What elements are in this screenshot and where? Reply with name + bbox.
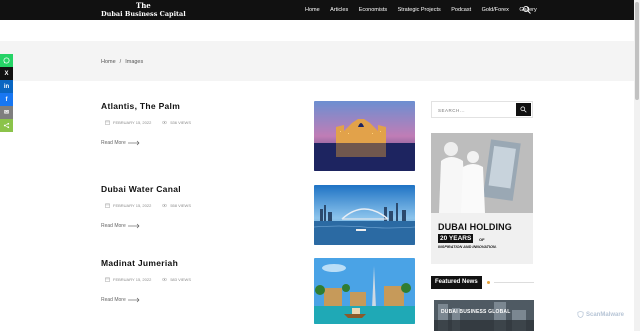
- article-date: FEBRUARY 15, 2022: [113, 277, 152, 282]
- article-views: 558 VIEWS: [170, 203, 192, 208]
- shield-icon: [577, 311, 584, 318]
- sidebar-search: [431, 101, 533, 118]
- search-icon: [520, 106, 527, 113]
- dubai-holding-ad[interactable]: DUBAI HOLDING 20 YEARS OF INSPIRATION AN…: [431, 133, 533, 264]
- nav-home[interactable]: Home: [305, 7, 320, 13]
- main-nav: Home Articles Economists Strategic Proje…: [305, 0, 547, 20]
- facebook-icon[interactable]: f: [0, 93, 13, 106]
- featured-accent-dot: [487, 281, 490, 284]
- email-icon[interactable]: ✉: [0, 106, 13, 119]
- article-meta: FEBRUARY 15, 2022 558 VIEWS: [105, 203, 191, 208]
- featured-news-heading: Featured News: [431, 276, 482, 289]
- scrollbar-thumb[interactable]: [635, 2, 639, 100]
- share-icon[interactable]: [0, 119, 13, 132]
- article-views: 536 VIEWS: [170, 120, 192, 125]
- linkedin-icon[interactable]: in: [0, 80, 13, 93]
- social-share-rail: X in f ✉: [0, 54, 13, 132]
- nav-podcast[interactable]: Podcast: [451, 7, 471, 13]
- nav-strategic-projects[interactable]: Strategic Projects: [398, 7, 441, 13]
- ad-of-label: OF: [479, 237, 485, 242]
- eye-icon: [162, 277, 168, 282]
- arrow-right-icon: [127, 297, 140, 303]
- read-more-link[interactable]: Read More: [101, 140, 140, 146]
- logo-line-2: Dubai Business Capital: [101, 10, 186, 18]
- sidebar-search-button[interactable]: [516, 103, 531, 116]
- featured-divider: [494, 282, 534, 283]
- sidebar-search-input[interactable]: [438, 106, 512, 115]
- breadcrumb-home[interactable]: Home: [101, 59, 116, 65]
- whatsapp-icon[interactable]: [0, 54, 13, 67]
- page-scrollbar[interactable]: [634, 0, 640, 331]
- article-date: FEBRUARY 15, 2022: [113, 120, 152, 125]
- read-more-label: Read More: [101, 140, 126, 146]
- ad-years-badge: 20 YEARS: [438, 234, 474, 243]
- nav-economists[interactable]: Economists: [359, 7, 387, 13]
- breadcrumb: Home / Images: [101, 59, 143, 65]
- logo-line-1: The: [135, 1, 151, 10]
- site-logo[interactable]: The Dubai Business Capital: [101, 1, 186, 19]
- top-navbar: The Dubai Business Capital Home Articles…: [0, 0, 640, 20]
- scanmalware-watermark: ScanMalware: [577, 311, 624, 318]
- calendar-icon: [105, 277, 110, 282]
- ad-tagline: INSPIRATION AND INNOVATION.: [438, 245, 497, 249]
- article-thumbnail-water-canal[interactable]: [314, 185, 415, 245]
- article-thumbnail-madinat-jumeirah[interactable]: [314, 258, 415, 324]
- eye-icon: [162, 120, 168, 125]
- featured-news-card[interactable]: DUBAI BUSINESS GLOBAL: [434, 300, 534, 331]
- article-meta: FEBRUARY 15, 2022 536 VIEWS: [105, 120, 191, 125]
- ad-title: DUBAI HOLDING: [438, 222, 512, 232]
- eye-icon: [162, 203, 168, 208]
- article-views: 583 VIEWS: [170, 277, 192, 282]
- article-meta: FEBRUARY 15, 2022 583 VIEWS: [105, 277, 191, 282]
- featured-card-title: DUBAI BUSINESS GLOBAL: [441, 309, 511, 315]
- article-card: Madinat Jumeriah FEBRUARY 15, 2022 583 V…: [101, 258, 421, 324]
- calendar-icon: [105, 203, 110, 208]
- breadcrumb-current: Images: [125, 59, 144, 65]
- article-card: Atlantis, The Palm FEBRUARY 15, 2022 536…: [101, 101, 421, 171]
- search-icon[interactable]: [522, 5, 532, 15]
- arrow-right-icon: [127, 140, 140, 146]
- read-more-label: Read More: [101, 223, 126, 229]
- breadcrumb-band: [0, 41, 634, 81]
- arrow-right-icon: [127, 223, 140, 229]
- watermark-text: ScanMalware: [586, 311, 625, 318]
- nav-articles[interactable]: Articles: [330, 7, 348, 13]
- article-card: Dubai Water Canal FEBRUARY 15, 2022 558 …: [101, 184, 421, 245]
- article-date: FEBRUARY 15, 2022: [113, 203, 152, 208]
- featured-card-image: [434, 300, 534, 331]
- read-more-link[interactable]: Read More: [101, 223, 140, 229]
- article-thumbnail-atlantis[interactable]: [314, 101, 415, 171]
- x-twitter-icon[interactable]: X: [0, 67, 13, 80]
- read-more-label: Read More: [101, 297, 126, 303]
- calendar-icon: [105, 120, 110, 125]
- nav-gold-forex[interactable]: Gold/Forex: [482, 7, 509, 13]
- breadcrumb-separator: /: [119, 59, 122, 65]
- read-more-link[interactable]: Read More: [101, 297, 140, 303]
